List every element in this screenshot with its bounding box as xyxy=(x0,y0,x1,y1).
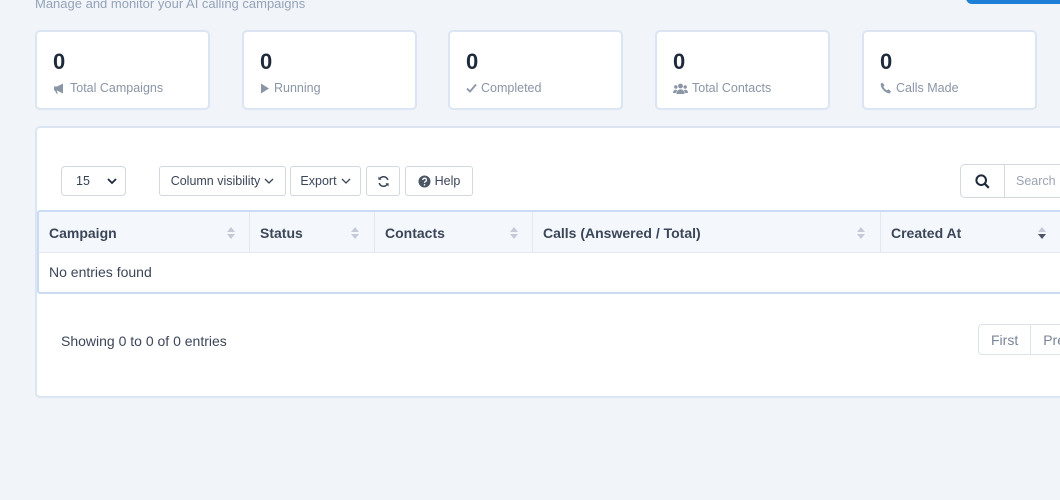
new-campaign-button[interactable] xyxy=(966,0,1060,4)
stat-card-calls-made: 0 Calls Made xyxy=(862,30,1037,110)
export-label: Export xyxy=(300,174,337,188)
pagination-previous[interactable]: Pre xyxy=(1031,325,1060,354)
refresh-icon xyxy=(377,175,389,187)
stat-label: Total Campaigns xyxy=(70,81,164,95)
column-header-label: Campaign xyxy=(49,224,117,241)
stat-label: Completed xyxy=(481,81,542,95)
search-input[interactable] xyxy=(1006,165,1060,197)
stat-card-running: 0 Running xyxy=(242,30,417,110)
bullhorn-icon xyxy=(54,83,63,93)
search-button[interactable] xyxy=(961,165,1005,197)
stat-label: Total Contacts xyxy=(692,81,772,95)
phone-icon xyxy=(880,82,891,94)
chevron-down-icon xyxy=(107,178,117,185)
column-header-label: Status xyxy=(260,224,303,241)
sort-icon xyxy=(510,227,518,239)
stat-label-row: Total Contacts xyxy=(673,81,771,95)
column-header-contacts[interactable]: Contacts xyxy=(375,212,533,253)
column-visibility-label: Column visibility xyxy=(170,174,261,188)
stat-value: 0 xyxy=(260,49,273,74)
sort-icon xyxy=(227,227,235,239)
check-icon xyxy=(466,83,477,93)
column-visibility-button[interactable]: Column visibility xyxy=(159,166,286,196)
search-group xyxy=(960,164,1060,198)
help-label: Help xyxy=(434,174,461,188)
column-header-calls[interactable]: Calls (Answered / Total) xyxy=(533,212,881,253)
page-subtitle: Manage and monitor your AI calling campa… xyxy=(35,0,306,11)
table-info: Showing 0 to 0 of 0 entries xyxy=(61,333,227,349)
column-header-label: Created At xyxy=(891,224,962,241)
page-length-select[interactable]: 15 xyxy=(61,166,126,196)
export-button[interactable]: Export xyxy=(290,166,361,196)
refresh-button[interactable] xyxy=(366,166,400,196)
sort-desc-icon xyxy=(1038,227,1046,239)
stat-label: Calls Made xyxy=(896,81,959,95)
stat-card-completed: 0 Completed xyxy=(448,30,623,110)
pagination: First Pre xyxy=(978,324,1060,355)
play-icon xyxy=(261,83,269,93)
column-header-status[interactable]: Status xyxy=(250,212,375,253)
pagination-first[interactable]: First xyxy=(979,325,1032,354)
stat-value: 0 xyxy=(673,49,686,74)
column-header-campaign[interactable]: Campaign xyxy=(39,212,250,253)
campaigns-table: Campaign Status Contacts Calls (Answered… xyxy=(37,210,1060,294)
page-length-value: 15 xyxy=(76,174,90,188)
column-header-label: Calls (Answered / Total) xyxy=(543,224,701,241)
search-icon xyxy=(975,173,990,189)
question-circle-icon xyxy=(418,175,431,187)
column-header-label: Contacts xyxy=(385,224,445,241)
stat-card-total-campaigns: 0 Total Campaigns xyxy=(35,30,210,110)
column-header-created-at[interactable]: Created At xyxy=(881,212,1060,253)
stat-label-row: Total Campaigns xyxy=(53,81,163,95)
chevron-down-icon xyxy=(341,178,351,184)
stat-label-row: Completed xyxy=(466,81,541,95)
stat-label: Running xyxy=(274,81,321,95)
stat-label-row: Calls Made xyxy=(880,81,959,95)
stat-value: 0 xyxy=(466,49,479,74)
table-empty-message: No entries found xyxy=(49,264,152,280)
table-header: Campaign Status Contacts Calls (Answered… xyxy=(39,212,1060,253)
sort-icon xyxy=(351,227,359,239)
stat-card-total-contacts: 0 Total Contacts xyxy=(655,30,830,110)
stat-value: 0 xyxy=(880,49,893,74)
stat-label-row: Running xyxy=(260,81,321,95)
help-button[interactable]: Help xyxy=(405,166,473,196)
chevron-down-icon xyxy=(264,178,274,184)
sort-icon xyxy=(857,227,865,239)
users-icon xyxy=(673,83,688,94)
stat-value: 0 xyxy=(53,49,66,74)
